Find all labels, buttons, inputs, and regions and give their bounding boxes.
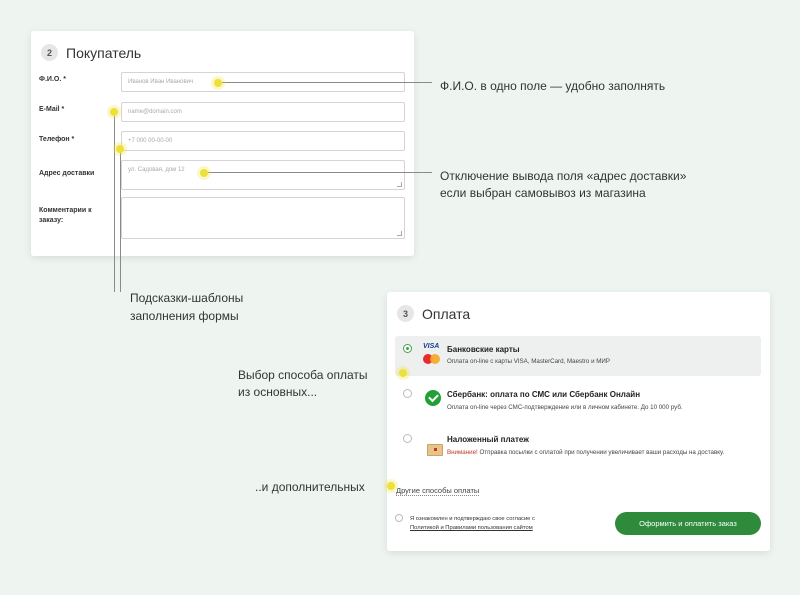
address-connector — [208, 172, 432, 173]
sberbank-icon — [425, 390, 441, 406]
fio-label: Ф.И.О. * — [39, 76, 66, 83]
phone-input[interactable]: +7 000 00-00-00 — [121, 131, 405, 151]
option-title: Сбербанк: оплата по СМС или Сбербанк Онл… — [447, 390, 641, 399]
resize-handle-icon[interactable] — [397, 231, 402, 236]
address-placeholder: ул. Садовая, дом 12 — [128, 167, 185, 173]
note-address-2: если выбран самовывоз из магазина — [440, 186, 646, 200]
email-label: E-Mail * — [39, 106, 65, 113]
payment-marker — [396, 366, 410, 380]
note-payment-1: Выбор способа оплаты — [238, 368, 368, 382]
note-fio: Ф.И.О. в одно поле — удобно заполнять — [440, 79, 666, 93]
radio[interactable] — [403, 389, 412, 398]
fio-connector — [222, 82, 432, 83]
address-label: Адрес доставки — [39, 170, 95, 177]
hint-connector-2 — [120, 153, 121, 292]
address-input[interactable]: ул. Садовая, дом 12 — [121, 160, 405, 190]
comment-label: Комментарии к заказу: — [39, 207, 92, 224]
option-desc: Внимание! Отправка посылки с оплатой при… — [447, 448, 757, 458]
note-address-1: Отключение вывода поля «адрес доставки» — [440, 169, 687, 183]
email-input[interactable]: name@domain.com — [121, 102, 405, 122]
option-desc: Оплата on-line через СМС-подтверждение и… — [447, 404, 683, 411]
comment-textarea[interactable] — [121, 197, 405, 239]
radio-selected[interactable] — [403, 344, 412, 353]
buyer-card: 2 Покупатель Ф.И.О. * Иванов Иван Иванов… — [31, 31, 414, 256]
option-desc: Оплата on-line с карты VISA, MasterCard,… — [447, 358, 610, 365]
radio[interactable] — [403, 434, 412, 443]
section-title: Оплата — [422, 305, 471, 322]
address-marker — [197, 166, 211, 180]
buyer-header: 2 Покупатель — [41, 44, 141, 61]
note-hints-2: заполнения формы — [130, 309, 239, 323]
step-number: 3 — [397, 305, 414, 322]
payment-option-sberbank[interactable]: Сбербанк: оплата по СМС или Сбербанк Онл… — [395, 382, 761, 418]
submit-order-button[interactable]: Оформить и оплатить заказ — [615, 512, 761, 535]
agree-policy-link[interactable]: Политикой и Правилами пользования сайтом — [410, 525, 533, 531]
note-payment-2: из основных... — [238, 385, 318, 399]
payment-header: 3 Оплата — [397, 305, 470, 322]
agree-text: Я ознакомлен и подтверждаю свое согласие… — [395, 515, 575, 533]
additional-marker — [384, 479, 398, 493]
note-additional: ..и дополнительных — [255, 480, 365, 494]
parcel-icon — [427, 444, 443, 456]
resize-handle-icon[interactable] — [397, 182, 402, 187]
option-desc-text: Отправка посылки с оплатой при получении… — [477, 449, 725, 456]
mastercard-icon — [423, 354, 441, 364]
payment-option-cod[interactable]: Наложенный платеж Внимание! Отправка пос… — [395, 428, 761, 472]
step-number: 2 — [41, 44, 58, 61]
email-marker — [107, 105, 121, 119]
visa-icon: VISA — [423, 343, 440, 350]
phone-marker — [113, 142, 127, 156]
option-title: Банковские карты — [447, 345, 520, 354]
other-payment-methods-link[interactable]: Другие способы оплаты — [396, 486, 480, 496]
option-title: Наложенный платеж — [447, 435, 529, 444]
payment-option-cards[interactable]: VISA Банковские карты Оплата on-line с к… — [395, 336, 761, 376]
fio-marker — [211, 76, 225, 90]
phone-label: Телефон * — [39, 136, 75, 143]
payment-card: 3 Оплата VISA Банковские карты Оплата on… — [387, 292, 770, 551]
warning-text: Внимание! — [447, 449, 478, 456]
note-hints-1: Подсказки-шаблоны — [130, 291, 244, 305]
section-title: Покупатель — [66, 44, 142, 61]
agree-label: Я ознакомлен и подтверждаю свое согласие… — [410, 516, 535, 522]
